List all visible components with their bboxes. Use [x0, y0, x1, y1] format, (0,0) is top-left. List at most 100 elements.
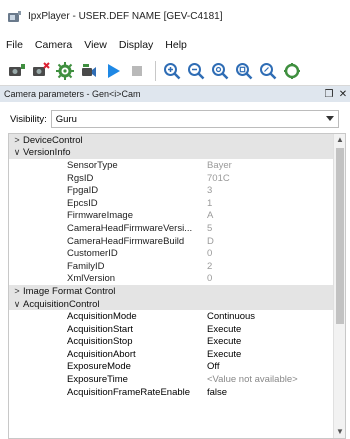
- tree-feature-row[interactable]: FirmwareImage A: [9, 210, 345, 223]
- feature-name: SensorType: [67, 159, 118, 171]
- feature-name: AcquisitionFrameRateEnable: [67, 386, 191, 398]
- menu-bar: File Camera View Display Help: [0, 34, 350, 56]
- zoom-fit-button[interactable]: [209, 60, 230, 81]
- feature-value: 3: [207, 185, 213, 197]
- tree-feature-row[interactable]: EpcsID 1: [9, 197, 345, 210]
- feature-name: AcquisitionStop: [67, 336, 133, 348]
- visibility-select[interactable]: Guru: [50, 110, 339, 128]
- zoom-custom-button[interactable]: [257, 60, 278, 81]
- play-button[interactable]: [102, 60, 123, 81]
- camera-settings-button[interactable]: [54, 60, 75, 81]
- parameter-tree[interactable]: > DeviceControl ∨ VersionInfo SensorType…: [8, 133, 346, 439]
- feature-name: CameraHeadFirmwareBuild: [67, 235, 185, 247]
- feature-value: 1: [207, 197, 213, 209]
- scroll-up-icon[interactable]: ▲: [334, 134, 345, 146]
- feature-value: Bayer: [207, 159, 232, 171]
- tree-feature-row[interactable]: FpgaID 3: [9, 184, 345, 197]
- tree-feature-row[interactable]: SensorType Bayer: [9, 159, 345, 172]
- expand-arrow-icon[interactable]: >: [11, 286, 23, 296]
- tree-category-row[interactable]: ∨ AcquisitionControl: [9, 297, 345, 311]
- dock-close-button[interactable]: ✕: [336, 89, 350, 100]
- stop-button[interactable]: [126, 60, 147, 81]
- tree-feature-row[interactable]: CameraHeadFirmwareBuild D: [9, 235, 345, 248]
- tree-feature-row[interactable]: AcquisitionFrameRateEnable false: [9, 386, 345, 399]
- feature-value: Execute: [207, 348, 242, 360]
- camera-disconnect-icon: [32, 61, 50, 76]
- menu-view[interactable]: View: [84, 39, 107, 51]
- zoom-out-icon: [187, 62, 204, 79]
- zoom-100-button[interactable]: [233, 60, 254, 81]
- feature-name: FamilyID: [67, 260, 105, 272]
- expand-arrow-icon[interactable]: >: [11, 135, 23, 145]
- play-icon: [107, 63, 120, 78]
- stop-icon: [131, 65, 142, 76]
- tree-feature-row[interactable]: CameraHeadFirmwareVersi... 5: [9, 222, 345, 235]
- menu-help[interactable]: Help: [165, 39, 187, 51]
- feature-value: <Value not available>: [207, 374, 298, 386]
- feature-value: Continuous: [207, 311, 256, 323]
- feature-value: 701C: [207, 172, 230, 184]
- feature-value: Execute: [207, 323, 242, 335]
- feature-value: 0: [207, 273, 213, 285]
- toolbar: [0, 56, 350, 86]
- zoom-in-icon: [163, 62, 180, 79]
- feature-value: 0: [207, 248, 213, 260]
- tree-feature-row[interactable]: ExposureTime <Value not available>: [9, 373, 345, 386]
- tree-scrollbar[interactable]: ▲ ▼: [333, 134, 345, 438]
- feature-name: RgsID: [67, 172, 94, 184]
- feature-name: CameraHeadFirmwareVersi...: [67, 222, 193, 234]
- feature-value: A: [207, 210, 214, 222]
- dock-title: Camera parameters - Gen<i>Cam: [4, 89, 141, 99]
- camera-network-icon: [81, 63, 96, 77]
- tree-category-row[interactable]: ∨ VersionInfo: [9, 146, 345, 160]
- camera-parameters-dock-header: Camera parameters - Gen<i>Cam ❒ ✕: [0, 86, 350, 102]
- camera-settings-icon: [55, 61, 74, 80]
- zoom-in-button[interactable]: [161, 60, 182, 81]
- feature-name: EpcsID: [67, 197, 98, 209]
- tree-category-row[interactable]: > Image Format Control: [9, 285, 345, 298]
- collapse-arrow-icon[interactable]: ∨: [11, 147, 23, 158]
- menu-file[interactable]: File: [6, 39, 23, 51]
- visibility-row: Visibility: Guru: [0, 108, 350, 130]
- tree-feature-row[interactable]: CustomerID 0: [9, 247, 345, 260]
- tree-feature-row[interactable]: ExposureMode Off: [9, 361, 345, 374]
- category-name: DeviceControl: [23, 134, 83, 146]
- tree-feature-row[interactable]: AcquisitionStop Execute: [9, 336, 345, 349]
- dock-float-button[interactable]: ❒: [322, 89, 336, 100]
- feature-value: 2: [207, 260, 213, 272]
- feature-name: ExposureMode: [67, 361, 131, 373]
- tree-category-row[interactable]: > DeviceControl: [9, 134, 345, 147]
- camera-connect-button[interactable]: [6, 60, 27, 81]
- feature-name: XmlVersion: [67, 273, 116, 285]
- zoom-fit-icon: [211, 62, 228, 79]
- category-name: VersionInfo: [23, 147, 71, 159]
- camera-connect-icon: [8, 63, 25, 76]
- more-tools-button[interactable]: [281, 60, 302, 81]
- tree-feature-row[interactable]: FamilyID 2: [9, 260, 345, 273]
- feature-name: AcquisitionAbort: [67, 348, 136, 360]
- feature-name: ExposureTime: [67, 374, 128, 386]
- tree-feature-row[interactable]: RgsID 701C: [9, 172, 345, 185]
- scrollbar-thumb[interactable]: [336, 148, 344, 324]
- camera-network-button[interactable]: [78, 60, 99, 81]
- feature-name: FpgaID: [67, 185, 99, 197]
- more-icon: [283, 62, 300, 79]
- tree-feature-row[interactable]: AcquisitionStart Execute: [9, 323, 345, 336]
- category-name: AcquisitionControl: [23, 298, 100, 310]
- feature-value: Execute: [207, 336, 242, 348]
- scroll-down-icon[interactable]: ▼: [334, 426, 345, 438]
- feature-name: AcquisitionMode: [67, 311, 137, 323]
- tree-feature-row[interactable]: AcquisitionMode Continuous: [9, 310, 345, 323]
- menu-camera[interactable]: Camera: [35, 39, 72, 51]
- app-icon: [8, 10, 21, 22]
- title-bar: IpxPlayer - USER.DEF NAME [GEV-C4181]: [0, 0, 350, 33]
- tree-feature-row[interactable]: AcquisitionAbort Execute: [9, 348, 345, 361]
- chevron-down-icon: [325, 116, 334, 121]
- collapse-arrow-icon[interactable]: ∨: [11, 299, 23, 310]
- tree-feature-row[interactable]: XmlVersion 0: [9, 273, 345, 286]
- tree-rows: > DeviceControl ∨ VersionInfo SensorType…: [9, 134, 345, 398]
- camera-disconnect-button[interactable]: [30, 60, 51, 81]
- menu-display[interactable]: Display: [119, 39, 153, 51]
- visibility-value: Guru: [55, 113, 77, 125]
- zoom-out-button[interactable]: [185, 60, 206, 81]
